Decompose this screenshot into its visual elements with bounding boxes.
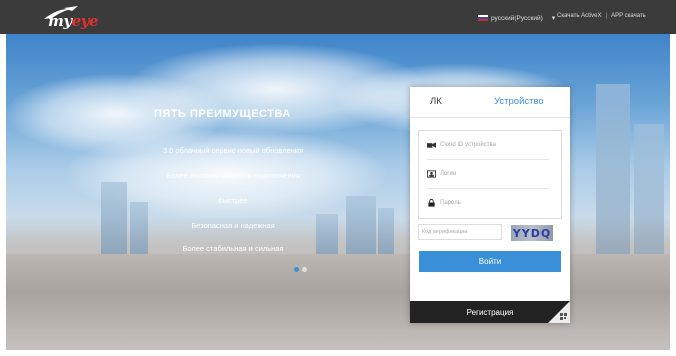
advantage-item: Безопасная и надежная	[191, 221, 275, 230]
carousel-dots	[294, 267, 307, 272]
top-links: Скачать ActiveX | APP скачать	[557, 13, 646, 19]
advantage-item: Более стабильная и сильная	[182, 244, 284, 253]
login-placeholder: Логин	[440, 171, 457, 177]
chevron-down-icon: ▾	[551, 15, 556, 22]
login-field[interactable]: Логин	[427, 160, 555, 188]
user-card-icon	[427, 170, 436, 178]
download-app-link[interactable]: APP скачать	[611, 13, 646, 19]
cloud-id-field[interactable]: Cloud ID устройства	[427, 131, 555, 159]
top-bar: myeye русский(Русский) ▾ Скачать ActiveX…	[0, 0, 676, 34]
link-separator: |	[605, 13, 608, 19]
credentials-box: Cloud ID устройства Логин Пароль	[418, 130, 562, 219]
tab-device[interactable]: Устройство	[494, 96, 544, 107]
password-placeholder: Пароль	[440, 200, 461, 206]
tab-lk[interactable]: ЛК	[430, 96, 442, 107]
captcha-placeholder: Код верификации	[422, 229, 468, 235]
login-panel: ЛК Устройство Cloud ID устройства Логин …	[410, 87, 570, 323]
advantage-item: 3.0 облачный сервис новый обновления	[162, 146, 304, 155]
logo[interactable]: myeye	[38, 6, 108, 30]
captcha-text: YYDQ	[512, 226, 552, 240]
camera-icon	[427, 142, 436, 148]
building-decoration	[634, 124, 664, 254]
building-decoration	[596, 84, 630, 254]
language-label: русский(Русский)	[491, 14, 543, 22]
captcha-input[interactable]: Код верификации	[418, 224, 502, 240]
lock-icon	[428, 199, 435, 207]
qr-code-corner-icon[interactable]	[548, 301, 570, 323]
hero-banner	[6, 34, 670, 350]
carousel-dot[interactable]	[294, 267, 299, 272]
login-button[interactable]: Войти	[419, 251, 561, 272]
captcha-image[interactable]: YYDQ	[511, 225, 553, 241]
login-tabs: ЛК Устройство	[410, 87, 570, 118]
building-decoration	[346, 196, 376, 254]
cloud-id-placeholder: Cloud ID устройства	[440, 142, 496, 148]
register-button[interactable]: Регистрация	[410, 301, 570, 323]
advantage-item: Более высокая скорость подключения	[166, 171, 300, 180]
carousel-dot[interactable]	[302, 267, 307, 272]
advantages-title: ПЯТЬ ПРЕИМУЩЕСТВА	[154, 108, 291, 120]
building-decoration	[378, 208, 394, 254]
password-field[interactable]: Пароль	[427, 189, 555, 217]
download-activex-link[interactable]: Скачать ActiveX	[557, 13, 602, 19]
ground-decoration	[6, 254, 670, 350]
logo-text: myeye	[48, 12, 98, 30]
advantage-item: быстрее	[218, 196, 248, 205]
russian-flag-icon	[478, 14, 488, 22]
language-selector[interactable]: русский(Русский) ▾	[478, 12, 555, 24]
